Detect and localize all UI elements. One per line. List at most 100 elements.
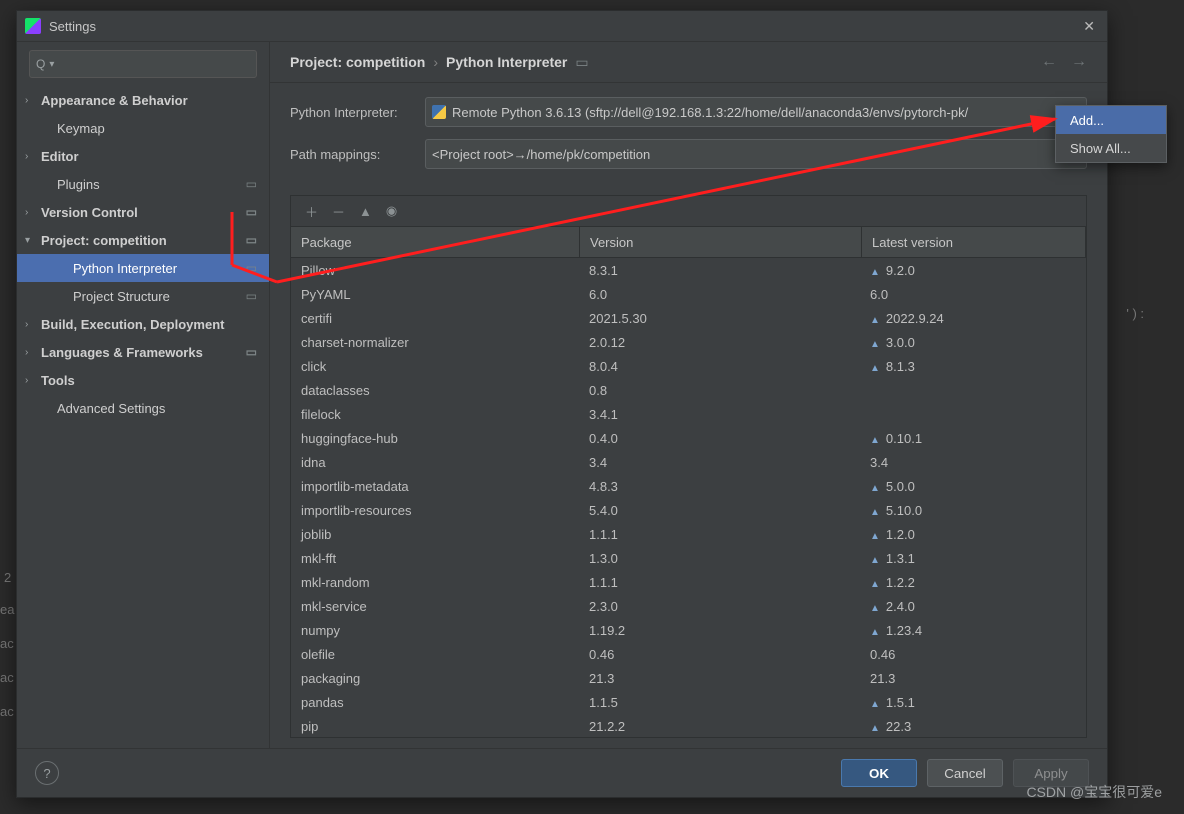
table-row[interactable]: packaging21.321.3	[291, 666, 1086, 690]
sidebar-item[interactable]: Python Interpreter▭	[17, 254, 269, 282]
sidebar-item[interactable]: ›Version Control▭	[17, 198, 269, 226]
upgrade-available-icon: ▲	[870, 315, 880, 326]
table-row[interactable]: Pillow8.3.1▲9.2.0	[291, 258, 1086, 282]
window-title: Settings	[49, 19, 1079, 34]
interpreter-combo[interactable]: Remote Python 3.6.13 (sftp://dell@192.16…	[425, 97, 1087, 127]
table-row[interactable]: click8.0.4▲8.1.3	[291, 354, 1086, 378]
cell-package: Pillow	[291, 263, 579, 278]
cancel-button[interactable]: Cancel	[927, 759, 1003, 787]
sidebar: Q ▾ ›Appearance & BehaviorKeymap›EditorP…	[17, 42, 270, 748]
table-row[interactable]: PyYAML6.06.0	[291, 282, 1086, 306]
scope-icon: ▭	[246, 345, 257, 359]
table-row[interactable]: joblib1.1.1▲1.2.0	[291, 522, 1086, 546]
watermark: CSDN @宝宝很可爱e	[1026, 782, 1162, 802]
sidebar-item-label: Appearance & Behavior	[41, 93, 188, 108]
chevron-icon: ›	[25, 375, 28, 386]
table-row[interactable]: certifi2021.5.30▲2022.9.24	[291, 306, 1086, 330]
packages-table: Package Version Latest version Pillow8.3…	[290, 226, 1087, 738]
cell-latest: ▲5.0.0	[860, 479, 1086, 494]
cell-package: idna	[291, 455, 579, 470]
sidebar-item[interactable]: ▾Project: competition▭	[17, 226, 269, 254]
cell-version: 3.4	[579, 455, 860, 470]
nav-forward-icon[interactable]: →	[1071, 53, 1087, 71]
sidebar-item[interactable]: ›Tools	[17, 366, 269, 394]
table-row[interactable]: mkl-fft1.3.0▲1.3.1	[291, 546, 1086, 570]
cell-version: 1.3.0	[579, 551, 860, 566]
sidebar-item-label: Advanced Settings	[57, 401, 165, 416]
cell-version: 21.3	[579, 671, 860, 686]
sidebar-item-label: Editor	[41, 149, 79, 164]
nav-back-icon[interactable]: ←	[1041, 53, 1057, 71]
interpreter-menu: Add... Show All...	[1055, 105, 1167, 163]
upgrade-available-icon: ▲	[870, 555, 880, 566]
table-row[interactable]: charset-normalizer2.0.12▲3.0.0	[291, 330, 1086, 354]
cell-package: importlib-resources	[291, 503, 579, 518]
table-row[interactable]: huggingface-hub0.4.0▲0.10.1	[291, 426, 1086, 450]
show-early-release-icon[interactable]: ◉	[386, 203, 397, 219]
cell-version: 1.1.1	[579, 527, 860, 542]
sidebar-item[interactable]: ›Languages & Frameworks▭	[17, 338, 269, 366]
cell-version: 5.4.0	[579, 503, 860, 518]
path-mappings-field[interactable]: <Project root>→/home/pk/competition 🗀	[425, 139, 1087, 169]
cell-latest: ▲2022.9.24	[860, 311, 1086, 326]
cell-version: 2.0.12	[579, 335, 860, 350]
cell-version: 2.3.0	[579, 599, 860, 614]
sidebar-item[interactable]: ›Build, Execution, Deployment	[17, 310, 269, 338]
cell-version: 6.0	[579, 287, 860, 302]
table-row[interactable]: filelock3.4.1	[291, 402, 1086, 426]
sidebar-item[interactable]: ›Appearance & Behavior	[17, 86, 269, 114]
cell-version: 3.4.1	[579, 407, 860, 422]
search-input[interactable]: Q ▾	[29, 50, 257, 78]
interpreter-value: Remote Python 3.6.13 (sftp://dell@192.16…	[452, 105, 1062, 120]
cell-package: olefile	[291, 647, 579, 662]
table-row[interactable]: olefile0.460.46	[291, 642, 1086, 666]
column-package[interactable]: Package	[291, 227, 580, 257]
help-icon[interactable]: ?	[35, 761, 59, 785]
cell-package: numpy	[291, 623, 579, 638]
upgrade-package-icon[interactable]: ▲	[359, 204, 372, 219]
cell-latest: ▲1.5.1	[860, 695, 1086, 710]
table-row[interactable]: importlib-resources5.4.0▲5.10.0	[291, 498, 1086, 522]
cell-package: huggingface-hub	[291, 431, 579, 446]
cell-package: pandas	[291, 695, 579, 710]
table-row[interactable]: mkl-random1.1.1▲1.2.2	[291, 570, 1086, 594]
remove-package-icon[interactable]: －	[332, 202, 345, 221]
add-package-icon[interactable]: ＋	[305, 202, 318, 221]
breadcrumb-separator: ›	[433, 54, 438, 70]
column-latest[interactable]: Latest version	[862, 227, 1086, 257]
cell-latest: ▲1.2.2	[860, 575, 1086, 590]
menu-add[interactable]: Add...	[1056, 106, 1166, 134]
upgrade-available-icon: ▲	[870, 483, 880, 494]
scope-icon: ▭	[246, 261, 257, 275]
sidebar-item[interactable]: Advanced Settings	[17, 394, 269, 422]
column-version[interactable]: Version	[580, 227, 862, 257]
settings-tree: ›Appearance & BehaviorKeymap›EditorPlugi…	[17, 86, 269, 748]
table-row[interactable]: importlib-metadata4.8.3▲5.0.0	[291, 474, 1086, 498]
menu-show-all[interactable]: Show All...	[1056, 134, 1166, 162]
close-icon[interactable]: ✕	[1079, 14, 1099, 39]
table-row[interactable]: idna3.43.4	[291, 450, 1086, 474]
cell-version: 0.46	[579, 647, 860, 662]
mappings-value: <Project root>→/home/pk/competition	[432, 147, 1061, 162]
ok-button[interactable]: OK	[841, 759, 917, 787]
table-row[interactable]: mkl-service2.3.0▲2.4.0	[291, 594, 1086, 618]
upgrade-available-icon: ▲	[870, 579, 880, 590]
table-row[interactable]: dataclasses0.8	[291, 378, 1086, 402]
table-row[interactable]: pip21.2.2▲22.3	[291, 714, 1086, 737]
sidebar-item[interactable]: ›Editor	[17, 142, 269, 170]
upgrade-available-icon: ▲	[870, 339, 880, 350]
cell-package: mkl-service	[291, 599, 579, 614]
table-row[interactable]: numpy1.19.2▲1.23.4	[291, 618, 1086, 642]
upgrade-available-icon: ▲	[870, 507, 880, 518]
cell-package: mkl-random	[291, 575, 579, 590]
table-row[interactable]: pandas1.1.5▲1.5.1	[291, 690, 1086, 714]
cell-version: 0.4.0	[579, 431, 860, 446]
sidebar-item-label: Build, Execution, Deployment	[41, 317, 224, 332]
sidebar-item[interactable]: Keymap	[17, 114, 269, 142]
sidebar-item[interactable]: Project Structure▭	[17, 282, 269, 310]
sidebar-item-label: Version Control	[41, 205, 138, 220]
sidebar-item[interactable]: Plugins▭	[17, 170, 269, 198]
cell-latest: ▲1.2.0	[860, 527, 1086, 542]
cell-latest: ▲1.23.4	[860, 623, 1086, 638]
cell-version: 0.8	[579, 383, 860, 398]
